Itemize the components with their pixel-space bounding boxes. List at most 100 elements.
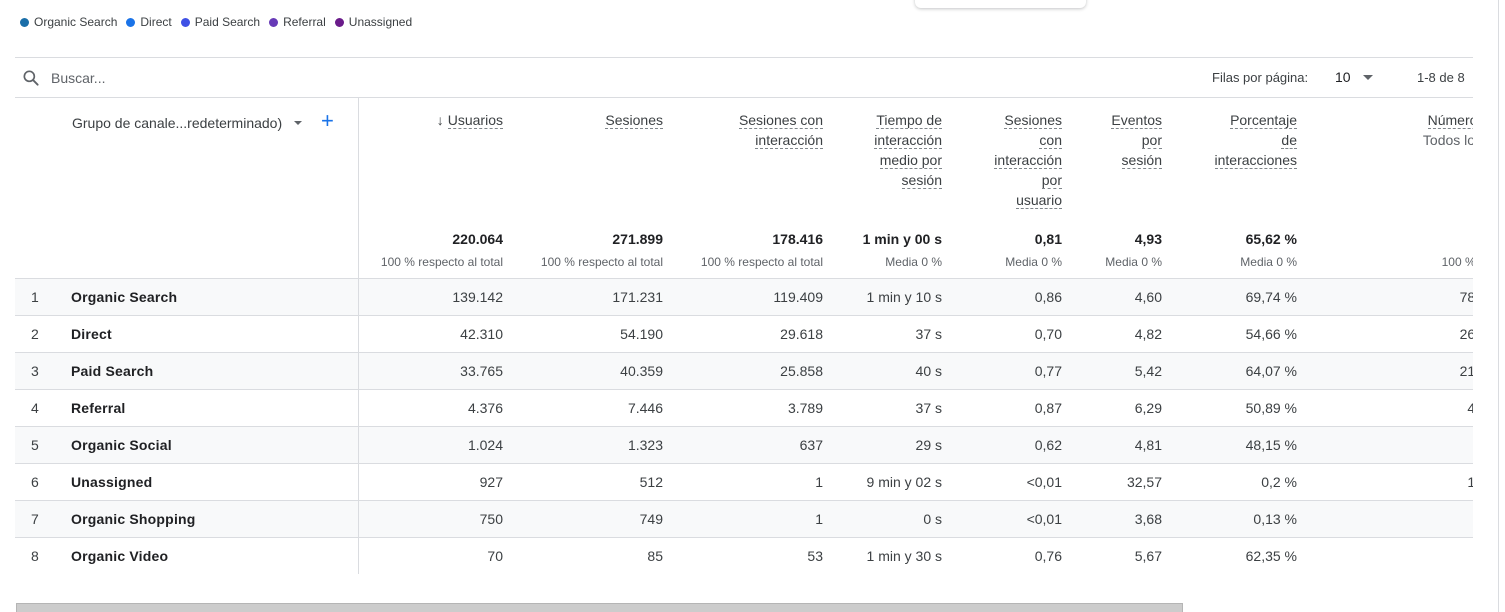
column-total: 271.899 <box>612 231 663 247</box>
cell-value: 4,82 <box>1134 326 1162 342</box>
cell-value: 48,15 % <box>1245 437 1297 453</box>
panel-edge <box>1498 0 1499 612</box>
cell-value: 6,29 <box>1134 400 1162 416</box>
row-index: 4 <box>31 400 39 416</box>
cell-value: 0,86 <box>1034 289 1062 305</box>
row-channel-name: Organic Social <box>71 437 172 453</box>
cell-value: 40 s <box>915 363 942 379</box>
cell-value: 218 <box>1459 363 1473 379</box>
pagination-range: 1-8 de 8 <box>1417 70 1465 85</box>
add-dimension-button[interactable]: + <box>321 110 334 132</box>
cell-value: 69,74 % <box>1245 289 1297 305</box>
cell-value: 42.310 <box>460 326 503 342</box>
sort-descending-icon[interactable]: ↓ <box>437 112 444 128</box>
search-input[interactable] <box>51 68 351 88</box>
row-channel-name: Direct <box>71 326 112 342</box>
legend-item[interactable]: Paid Search <box>180 15 260 29</box>
column-title: Sesiones <box>1004 112 1062 129</box>
column-title: de <box>1281 132 1297 149</box>
column-header[interactable]: Sesiones 271.899 100 % respecto al total <box>523 98 663 278</box>
column-title: por <box>1141 132 1162 149</box>
column-total-subtext: Media 0 % <box>885 255 942 269</box>
table-body: 1 Organic Search 139.142 171.231 119.409 1 mi… <box>15 279 1473 574</box>
legend-dot-icon <box>20 17 29 27</box>
rows-per-page-select[interactable]: 10 <box>1335 69 1373 85</box>
column-header[interactable]: Sesiones con interacción por usuario 0,81 Medi… <box>962 98 1062 278</box>
row-index: 8 <box>31 548 39 564</box>
row-channel-name: Unassigned <box>71 474 153 490</box>
column-header[interactable]: Tiempo de interacción medio por sesión 1 min… <box>832 98 942 278</box>
column-title: con <box>1039 132 1062 149</box>
column-title: Sesiones <box>605 112 663 129</box>
cell-value: 5,42 <box>1134 363 1162 379</box>
column-title: interacción <box>994 152 1062 169</box>
cell-value: 33.765 <box>460 363 503 379</box>
table-row[interactable]: 8 Organic Video 70 85 53 1 min y 30 s 0,76 5,67… <box>15 538 1473 574</box>
cell-value: 0,70 <box>1034 326 1062 342</box>
column-title: sesión <box>901 172 942 189</box>
column-total: 65,62 % <box>1245 231 1297 247</box>
column-header[interactable]: Sesiones con interacción 178.416 100 % resp… <box>673 98 823 278</box>
column-header[interactable]: Porcentaje de interacciones 65,62 % Media 0 … <box>1177 98 1297 278</box>
cell-value: 119.409 <box>773 289 823 305</box>
cell-value: 4.376 <box>467 400 503 416</box>
cell-value: 54,66 % <box>1245 326 1297 342</box>
cell-value: 261 <box>1459 326 1473 342</box>
cell-value: 29 s <box>915 437 942 453</box>
cell-value: 37 s <box>915 400 942 416</box>
table-row[interactable]: 3 Paid Search 33.765 40.359 25.858 40 s 0,77 5,… <box>15 353 1473 390</box>
column-subtitle: Todos los eventos <box>1422 132 1473 148</box>
table-toolbar: Filas por página: 10 1-8 de 8 <box>15 57 1473 98</box>
chart-legend: Organic Search Direct Paid Search Referral U… <box>20 15 421 29</box>
column-total: 4,93 <box>1134 231 1162 247</box>
cell-value: 64,07 % <box>1245 363 1297 379</box>
rows-per-page-value: 10 <box>1335 69 1351 85</box>
table-row[interactable]: 6 Unassigned 927 512 1 9 min y 02 s <0,01 32,57… <box>15 464 1473 501</box>
column-title: usuario <box>1016 192 1062 209</box>
legend-item[interactable]: Organic Search <box>20 15 117 29</box>
column-total-subtext: Media 0 % <box>1005 255 1062 269</box>
table-row[interactable]: 1 Organic Search 139.142 171.231 119.409 1 mi… <box>15 279 1473 316</box>
legend-item[interactable]: Unassigned <box>334 15 412 29</box>
cell-value: 32,57 <box>1126 474 1162 490</box>
cell-value: 637 <box>799 437 823 453</box>
column-header[interactable]: ↓ Usuarios 220.064 100 % respecto al total <box>373 98 503 278</box>
column-title: interacciones <box>1214 152 1297 169</box>
search-icon <box>23 70 39 86</box>
row-index: 2 <box>31 326 39 342</box>
cell-value: 70 <box>487 548 503 564</box>
cell-value: 25.858 <box>780 363 823 379</box>
column-header[interactable]: Eventos por sesión 4,93 Media 0 % <box>1072 98 1162 278</box>
table-row[interactable]: 7 Organic Shopping 750 749 1 0 s <0,01 3,68 0,13… <box>15 501 1473 538</box>
legend-dot-icon <box>126 17 136 27</box>
dimension-select[interactable]: Grupo de canale...redeterminado) <box>72 115 303 131</box>
caret-down-icon <box>294 121 303 125</box>
column-total-subtext: 100 % respecto a <box>1441 255 1473 269</box>
legend-item[interactable]: Direct <box>126 15 172 29</box>
column-total-subtext: 100 % respecto al total <box>380 255 503 269</box>
cell-value: 1 min y 30 s <box>866 548 942 564</box>
row-channel-name: Organic Search <box>71 289 178 305</box>
column-total-subtext: 100 % respecto al total <box>540 255 663 269</box>
cell-value: 1 min y 10 s <box>866 289 942 305</box>
column-total: 1 min y 00 s <box>862 231 942 247</box>
row-channel-name: Organic Video <box>71 548 169 564</box>
legend-item[interactable]: Referral <box>269 15 326 29</box>
cell-value: 512 <box>639 474 663 490</box>
table-row[interactable]: 2 Direct 42.310 54.190 29.618 37 s 0,70 4,82 54,… <box>15 316 1473 353</box>
cell-value: 0 s <box>923 511 942 527</box>
table-row[interactable]: 4 Referral 4.376 7.446 3.789 37 s 0,87 6,29 50,8… <box>15 390 1473 427</box>
legend-label: Direct <box>140 15 172 29</box>
cell-value: 29.618 <box>780 326 823 342</box>
row-index: 6 <box>31 474 39 490</box>
row-index: 3 <box>31 363 39 379</box>
cell-value: 53 <box>807 548 823 564</box>
row-channel-name: Paid Search <box>71 363 154 379</box>
row-channel-name: Referral <box>71 400 126 416</box>
horizontal-scrollbar[interactable] <box>16 603 1183 612</box>
table-row[interactable]: 5 Organic Social 1.024 1.323 637 29 s 0,62 4,81… <box>15 427 1473 464</box>
row-channel-name: Organic Shopping <box>71 511 196 527</box>
cell-value: 40.359 <box>620 363 663 379</box>
column-header[interactable]: Número de eventTodos los eventos1.34100 … <box>1335 98 1473 278</box>
column-title: Tiempo de <box>876 112 942 129</box>
